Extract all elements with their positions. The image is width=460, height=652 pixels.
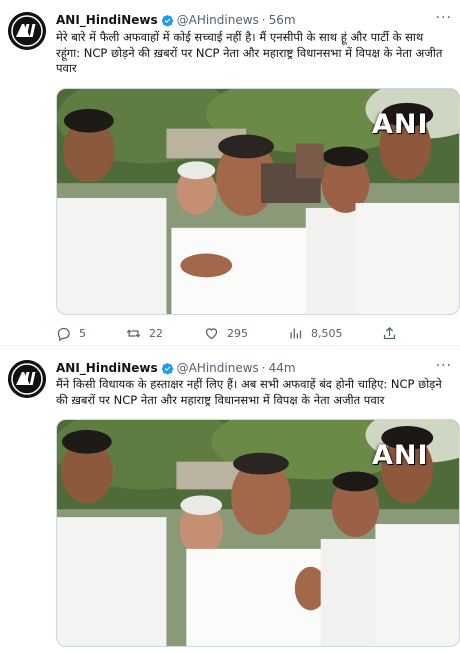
views-count: 8,505 [311, 326, 343, 340]
reply-icon [57, 327, 70, 341]
author-handle[interactable]: @AHindinews [177, 13, 259, 27]
tweet-header: ANI_HindiNews @AHindinews · 44m ··· [56, 358, 452, 376]
ani-logo-icon [8, 360, 46, 398]
author-name[interactable]: ANI_HindiNews [56, 361, 158, 375]
author-name[interactable]: ANI_HindiNews [56, 13, 158, 27]
tweet-media-image[interactable]: ANI [56, 88, 460, 315]
separator-dot: · [261, 13, 266, 27]
verified-badge-icon [161, 14, 174, 27]
views-button[interactable]: 8,505 [288, 326, 343, 341]
tweet-actions: 5 22 295 8,505 [56, 324, 436, 342]
author-handle[interactable]: @AHindinews [177, 361, 259, 375]
ani-watermark: ANI [372, 109, 429, 140]
reply-count: 5 [79, 326, 86, 340]
ani-watermark: ANI [372, 440, 429, 471]
share-button[interactable] [382, 326, 405, 341]
verified-badge-icon [161, 362, 174, 375]
retweet-count: 22 [149, 326, 163, 340]
like-button[interactable]: 295 [204, 326, 248, 341]
tweet-media-image[interactable]: ANI [56, 419, 460, 647]
avatar[interactable] [8, 360, 46, 398]
more-options-icon[interactable]: ··· [436, 358, 452, 374]
tweet-header: ANI_HindiNews @AHindinews · 56m ··· [56, 10, 452, 28]
share-icon [383, 326, 396, 339]
tweet[interactable]: ANI_HindiNews @AHindinews · 44m ··· मैंन… [0, 350, 460, 652]
tweet[interactable]: ANI_HindiNews @AHindinews · 56m ··· मेरे… [0, 0, 460, 346]
ani-logo-icon [8, 12, 46, 50]
retweet-icon [126, 328, 141, 338]
tweet-divider [0, 345, 460, 346]
tweet-text: मैंने किसी विधायक के हस्ताक्षर नहीं लिए … [56, 377, 442, 407]
like-count: 295 [227, 326, 248, 340]
timestamp[interactable]: 56m [269, 13, 296, 27]
avatar[interactable] [8, 12, 46, 50]
separator-dot: · [261, 361, 266, 375]
heart-icon [205, 327, 218, 339]
timestamp[interactable]: 44m [269, 361, 296, 375]
views-chart-icon [290, 328, 302, 338]
more-options-icon[interactable]: ··· [436, 10, 452, 26]
reply-button[interactable]: 5 [56, 326, 86, 341]
tweet-text: मेरे बारे में फैली अफवाहों में कोई सच्चा… [56, 30, 443, 75]
retweet-button[interactable]: 22 [126, 326, 163, 341]
